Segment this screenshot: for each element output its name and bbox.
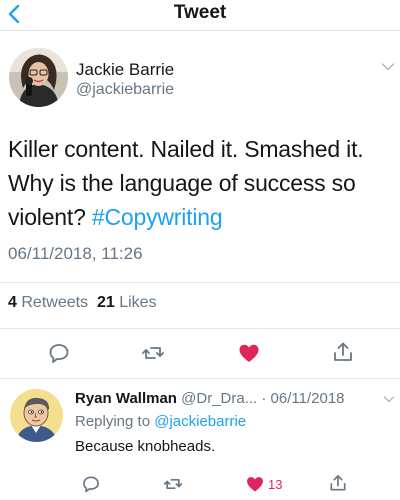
divider [0, 328, 400, 329]
reply-icon[interactable] [47, 341, 71, 365]
author-avatar[interactable] [9, 48, 68, 107]
divider [0, 282, 400, 283]
like-label[interactable]: Likes [119, 294, 156, 311]
reply-text: Because knobheads. [75, 438, 216, 455]
retweet-label[interactable]: Retweets [21, 294, 88, 311]
page-title: Tweet [173, 2, 227, 23]
reply-date: · 06/11/2018 [261, 390, 345, 407]
reply-header: Ryan Wallman @Dr_Dra... · 06/11/2018 [75, 390, 345, 407]
like-count[interactable]: 21 [97, 294, 115, 311]
reply-author-handle[interactable]: @Dr_Dra... [181, 390, 257, 407]
engagement-stats: 4 Retweets 21 Likes [8, 294, 157, 312]
author-name[interactable]: Jackie Barrie [76, 60, 174, 80]
like-heart-icon[interactable] [245, 474, 265, 494]
replying-to-prefix: Replying to [75, 413, 151, 430]
author-handle[interactable]: @jackiebarrie [76, 81, 174, 99]
divider [0, 378, 400, 379]
replying-to: Replying to @jackiebarrie [75, 413, 246, 430]
chevron-down-icon[interactable] [383, 395, 395, 404]
chevron-down-icon[interactable] [381, 62, 395, 72]
reply-like-count: 13 [268, 477, 283, 492]
retweet-icon[interactable] [163, 474, 183, 494]
tweet-timestamp: 06/11/2018, 11:26 [8, 244, 143, 263]
tweet-detail-screen: Tweet Jackie Barrie @jackiebarrie Killer… [0, 0, 400, 500]
share-icon[interactable] [331, 340, 355, 364]
retweet-icon[interactable] [141, 341, 165, 365]
retweet-count[interactable]: 4 [8, 294, 17, 311]
reply-author-name[interactable]: Ryan Wallman [75, 390, 177, 407]
hashtag-link[interactable]: #Copywriting [92, 204, 223, 230]
navigation-bar: Tweet [0, 0, 400, 31]
like-heart-icon[interactable] [237, 341, 261, 365]
share-icon[interactable] [328, 473, 348, 493]
reply-icon[interactable] [81, 474, 101, 494]
reply-author-avatar[interactable] [10, 389, 63, 442]
replying-to-handle[interactable]: @jackiebarrie [154, 413, 246, 430]
tweet-text: Killer content. Nailed it. Smashed it. W… [8, 132, 398, 234]
